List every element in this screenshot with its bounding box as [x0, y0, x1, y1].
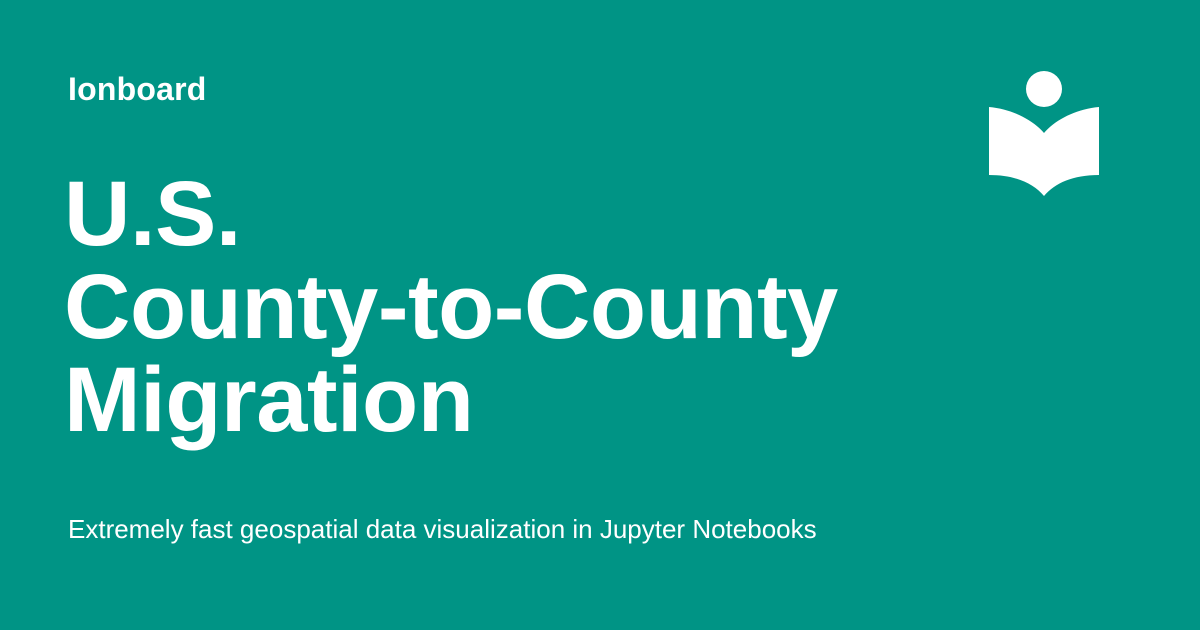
- social-card: Ionboard U.S. County-to-County Migration…: [0, 0, 1200, 630]
- site-name: Ionboard: [68, 71, 207, 107]
- page-title-line: U.S.: [64, 163, 241, 265]
- page-subtitle: Extremely fast geospatial data visualiza…: [68, 514, 817, 544]
- page-title-line: Migration: [64, 349, 474, 451]
- reader-book-icon: [989, 71, 1099, 196]
- page-title-line: County-to-County: [64, 256, 838, 358]
- page-title: U.S. County-to-County Migration: [64, 168, 1064, 447]
